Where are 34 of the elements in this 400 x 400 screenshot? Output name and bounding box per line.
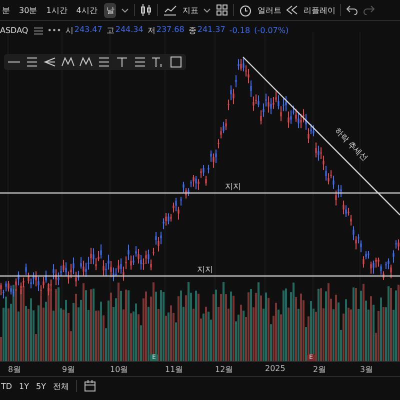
symbol-name[interactable]: ASDAQ [0,26,30,35]
date-axis-label: 9월 [62,364,76,375]
ohlc-key: 고 [106,25,114,36]
interval-tab[interactable]: 4시간 [74,2,100,18]
alert-button[interactable]: 얼러트 [257,4,282,16]
support-label: 지지 [225,181,241,192]
date-axis-label: 2월 [313,364,326,375]
price-change: -0.18 [229,26,250,35]
interval-tab[interactable]: 날 [104,2,116,18]
interval-tab[interactable]: 30분 [17,2,40,18]
price-change-percent: (-0.07%) [254,26,289,35]
ohlc-key: 저 [147,25,156,36]
more-button[interactable]: ••• [47,26,62,35]
ohlc-key: 종 [188,25,196,36]
date-axis-label: 11월 [165,364,184,375]
range-button[interactable]: 전체 [53,380,70,392]
ohlc-value: 244.34 [115,25,144,36]
date-axis-label: 10월 [110,364,128,375]
interval-tab[interactable]: 분 [0,2,12,18]
range-button[interactable]: 1Y [19,382,30,390]
date-axis-label: 12월 [215,364,234,375]
indicators-button[interactable]: 지표 [182,4,198,16]
ohlc-key: 시 [65,25,74,36]
range-button[interactable]: 5Y [36,382,46,390]
range-button[interactable]: TD [1,382,12,390]
date-axis-label: 8월 [8,364,22,375]
ohlc-value: 241.37 [197,25,226,36]
date-axis-label: 3월 [360,364,374,375]
date-axis-label: 2025 [265,364,286,373]
support-label: 지지 [197,264,213,275]
ohlc-value: 237.68 [156,25,184,36]
replay-button[interactable]: 리플레이 [303,4,336,16]
ohlc-value: 243.47 [74,25,102,36]
interval-tab[interactable]: 1시간 [44,2,70,18]
